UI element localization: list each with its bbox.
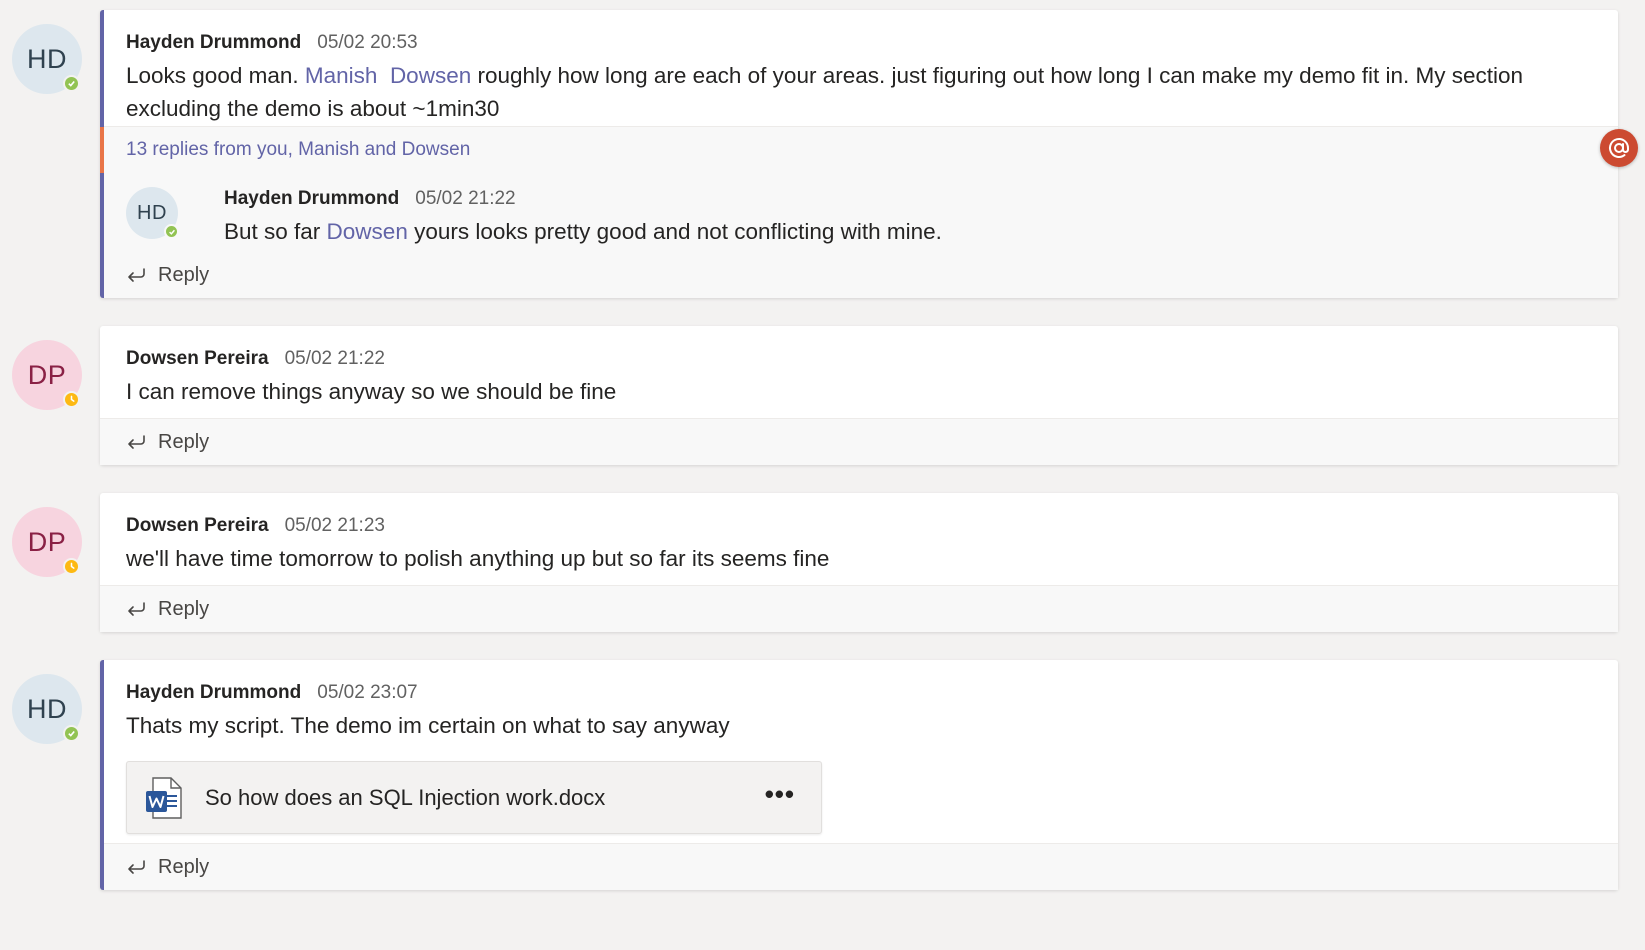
message-card: Dowsen Pereira 05/02 21:23 we'll have ti… <box>100 493 1618 632</box>
message-timestamp: 05/02 20:53 <box>317 32 418 53</box>
message-content: Hayden Drummond 05/02 23:07 Thats my scr… <box>104 660 1618 834</box>
at-icon[interactable] <box>1600 129 1638 167</box>
avatar[interactable]: HD <box>12 24 82 94</box>
mention-manish[interactable]: Manish <box>305 63 378 88</box>
status-away-icon <box>63 558 80 575</box>
message-timestamp: 05/02 21:22 <box>415 188 516 209</box>
message-author[interactable]: Dowsen Pereira <box>126 347 269 371</box>
reply-arrow-icon <box>128 435 145 449</box>
message-body: I can remove things anyway so we should … <box>126 379 617 404</box>
message-body: we'll have time tomorrow to polish anyth… <box>126 546 830 571</box>
message-timestamp: 05/02 21:23 <box>284 515 385 536</box>
replies-section: 13 replies from you, Manish and Dowsen H… <box>100 126 1638 298</box>
status-available-icon <box>63 75 80 92</box>
message-content: Hayden Drummond 05/02 21:22 But so far D… <box>202 187 942 248</box>
reply-button[interactable]: Reply <box>126 598 209 621</box>
message-card: Hayden Drummond 05/02 20:53 Looks good m… <box>100 10 1638 298</box>
more-options-button[interactable]: ••• <box>765 781 795 807</box>
reply-button[interactable]: Reply <box>126 856 209 879</box>
replies-summary-link[interactable]: 13 replies from you, Manish and Dowsen <box>100 127 1618 173</box>
word-doc-icon <box>145 776 183 819</box>
status-available-icon <box>164 224 179 239</box>
reply-button[interactable]: Reply <box>126 431 209 454</box>
reply-footer: Reply <box>104 252 1618 298</box>
message-content: Hayden Drummond 05/02 20:53 Looks good m… <box>104 10 1618 125</box>
reply-arrow-icon <box>128 860 145 874</box>
message-body: Looks good man. Manish Dowsen roughly ho… <box>126 63 1524 121</box>
reply-footer: Reply <box>100 585 1618 632</box>
message-timestamp: 05/02 21:22 <box>284 348 385 369</box>
avatar[interactable]: DP <box>12 507 82 577</box>
message-author[interactable]: Hayden Drummond <box>126 31 301 55</box>
message-card: Dowsen Pereira 05/02 21:22 I can remove … <box>100 326 1618 465</box>
reply-button[interactable]: Reply <box>126 264 209 287</box>
avatar[interactable]: HD <box>126 187 179 239</box>
message-card: Hayden Drummond 05/02 23:07 Thats my scr… <box>100 660 1618 890</box>
reply-arrow-icon <box>128 602 145 616</box>
message-body: But so far Dowsen yours looks pretty goo… <box>224 219 942 244</box>
mention-dowsen[interactable]: Dowsen <box>390 63 471 88</box>
status-available-icon <box>63 725 80 742</box>
nested-reply: HD Hayden Drummond 05/02 21:22 But so fa… <box>100 173 1618 257</box>
message-author[interactable]: Hayden Drummond <box>224 187 399 211</box>
message-timestamp: 05/02 23:07 <box>317 682 418 703</box>
mention-dowsen[interactable]: Dowsen <box>327 219 408 244</box>
reply-footer: Reply <box>104 843 1618 890</box>
message-content: Dowsen Pereira 05/02 21:23 we'll have ti… <box>100 493 1618 575</box>
message-author[interactable]: Hayden Drummond <box>126 681 301 705</box>
avatar[interactable]: DP <box>12 340 82 410</box>
file-name: So how does an SQL Injection work.docx <box>205 784 606 810</box>
status-away-icon <box>63 391 80 408</box>
file-attachment[interactable]: So how does an SQL Injection work.docx •… <box>126 761 822 834</box>
message-body: Thats my script. The demo im certain on … <box>126 713 730 738</box>
reply-arrow-icon <box>128 268 145 282</box>
reply-footer: Reply <box>100 418 1618 465</box>
message-author[interactable]: Dowsen Pereira <box>126 514 269 538</box>
avatar[interactable]: HD <box>12 674 82 744</box>
message-content: Dowsen Pereira 05/02 21:22 I can remove … <box>100 326 1618 408</box>
